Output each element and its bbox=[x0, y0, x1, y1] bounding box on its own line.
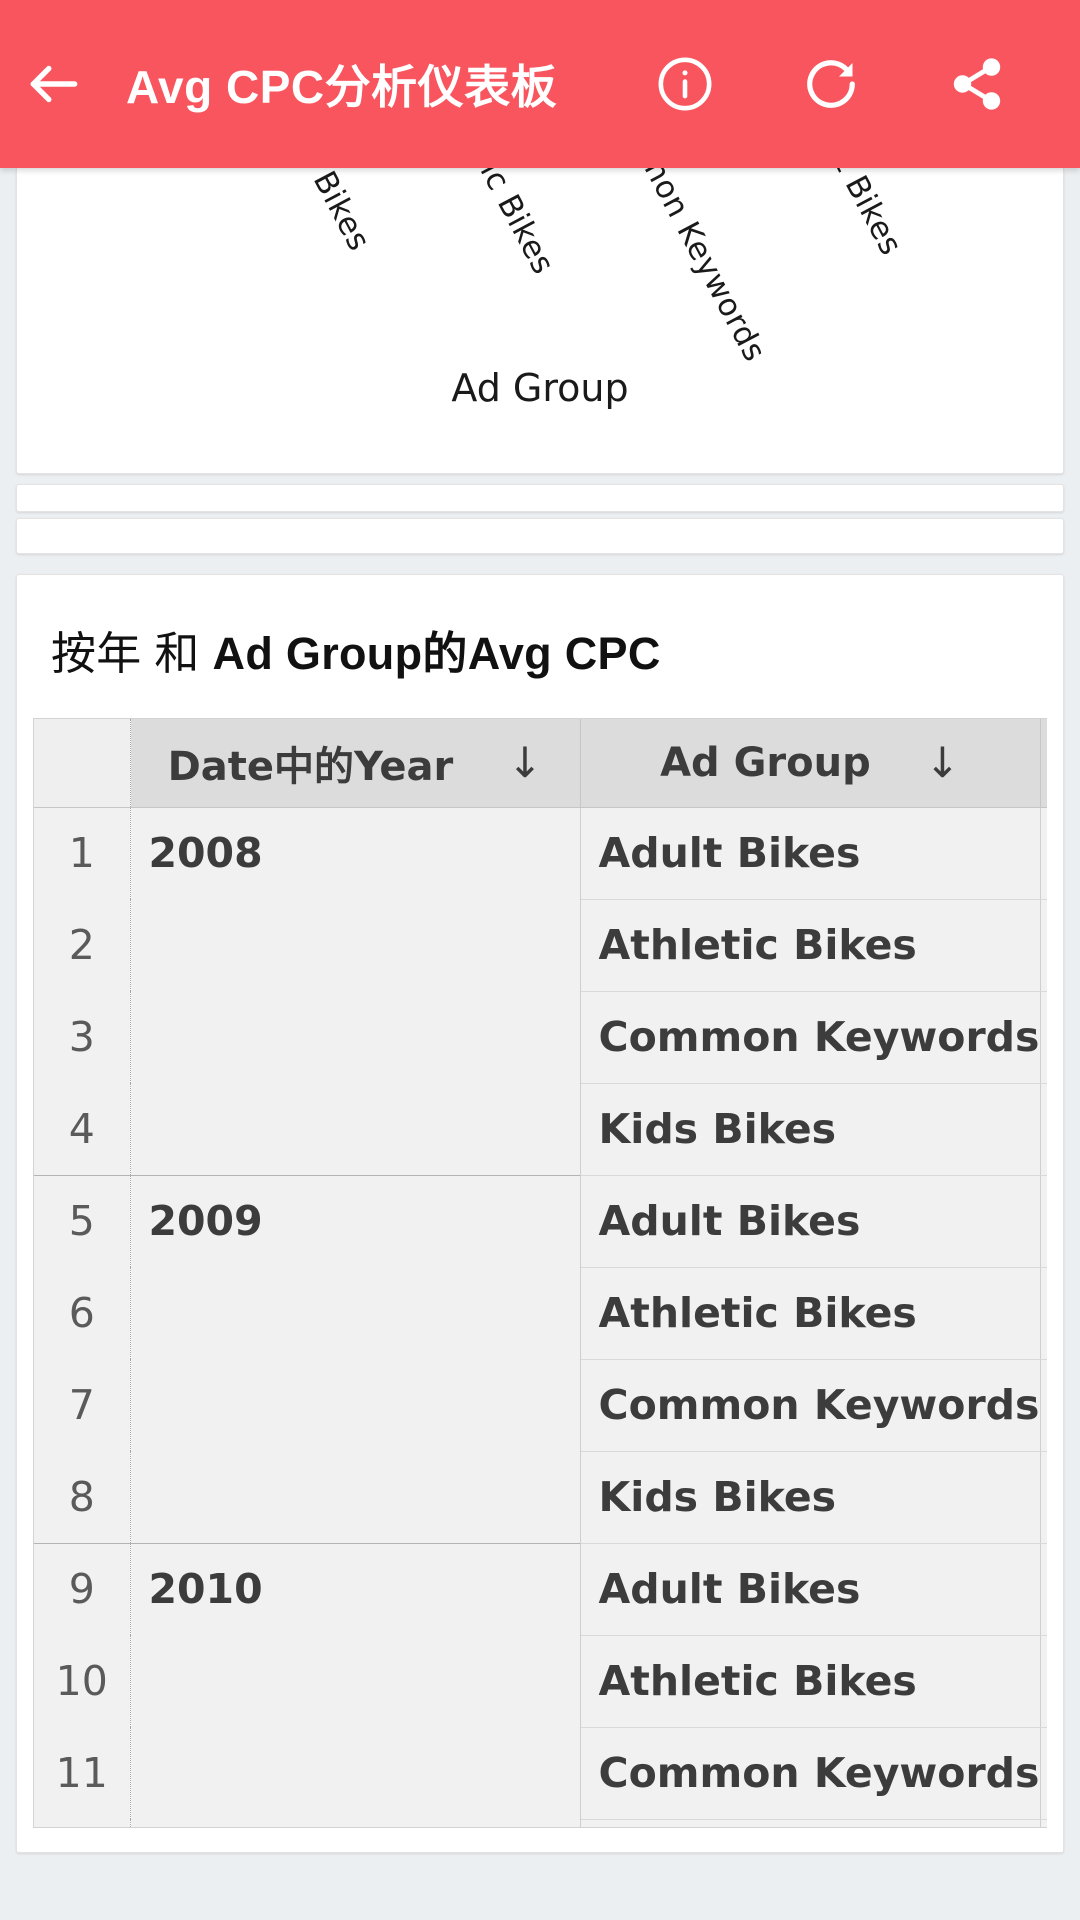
table-row[interactable]: 5 2009 Adult Bikes bbox=[34, 1174, 1047, 1268]
overflow-cell bbox=[1040, 1174, 1047, 1268]
overflow-cell bbox=[1040, 1542, 1047, 1636]
ad-group-cell[interactable]: Adult Bikes bbox=[580, 806, 1041, 900]
year-cell[interactable]: 2010 bbox=[130, 1542, 581, 1635]
table-row[interactable]: 11 Common Keywords bbox=[34, 1727, 1047, 1820]
column-header-overflow bbox=[1040, 719, 1047, 808]
ad-group-cell[interactable]: Adult Bikes bbox=[580, 1542, 1041, 1636]
dashboard-scroll-area[interactable]: s Bikes letic Bikes mmon Keywords ult Bi… bbox=[0, 168, 1080, 1920]
ad-group-cell[interactable]: Kids Bikes bbox=[580, 1083, 1041, 1176]
table-card[interactable]: 按年 和 Ad Group的Avg CPC Date中的Year ↓ Ad Gr… bbox=[16, 574, 1064, 1853]
x-axis-tick-label: s Bikes bbox=[293, 168, 378, 257]
down-arrow-icon[interactable]: ↓ bbox=[925, 741, 960, 784]
row-number-cell: 9 bbox=[34, 1542, 131, 1635]
app-bar-actions bbox=[612, 30, 1080, 138]
app-bar: Avg CPC分析仪表板 bbox=[0, 0, 1080, 168]
ad-group-cell[interactable]: Common Keywords bbox=[580, 991, 1041, 1084]
table-row[interactable]: 6 Athletic Bikes bbox=[34, 1267, 1047, 1360]
year-cell[interactable] bbox=[130, 1819, 581, 1827]
down-arrow-icon[interactable]: ↓ bbox=[507, 741, 542, 784]
overflow-cell bbox=[1040, 1451, 1047, 1544]
bar-chart-plot: s Bikes letic Bikes mmon Keywords ult Bi… bbox=[17, 168, 1063, 473]
overflow-cell bbox=[1040, 991, 1047, 1084]
table-section-title: 按年 和 Ad Group的Avg CPC bbox=[17, 575, 1063, 718]
x-axis-tick-label: letic Bikes bbox=[453, 168, 562, 281]
ad-group-cell[interactable]: Kids Bikes bbox=[580, 1819, 1041, 1827]
year-cell[interactable] bbox=[130, 1727, 581, 1819]
share-icon[interactable] bbox=[904, 30, 1050, 138]
year-cell[interactable] bbox=[130, 1267, 581, 1359]
table-row[interactable]: 8 Kids Bikes bbox=[34, 1451, 1047, 1544]
ad-group-cell[interactable]: Common Keywords bbox=[580, 1727, 1041, 1820]
year-cell[interactable] bbox=[130, 1451, 581, 1543]
spacer-card-lower bbox=[16, 518, 1064, 554]
overflow-cell bbox=[1040, 1819, 1047, 1827]
table-title-suffix: 的Avg CPC bbox=[422, 628, 661, 679]
refresh-icon[interactable] bbox=[758, 30, 904, 138]
table-body: 1 2008 Adult Bikes 2 Athletic Bikes 3 Common K… bbox=[34, 806, 1047, 1827]
screen-root: Avg CPC分析仪表板 s Bikes letic Bikes mmon Ke… bbox=[0, 0, 1080, 1920]
x-axis-title: Ad Group bbox=[451, 366, 629, 410]
row-number-cell: 3 bbox=[34, 991, 131, 1083]
ad-group-cell[interactable]: Common Keywords bbox=[580, 1359, 1041, 1452]
ad-group-cell[interactable]: Adult Bikes bbox=[580, 1174, 1041, 1268]
table-title-prefix: 按年 和 bbox=[51, 628, 213, 679]
row-number-cell: 1 bbox=[34, 806, 131, 899]
spacer-card-upper bbox=[16, 484, 1064, 512]
back-arrow-icon[interactable] bbox=[0, 30, 108, 138]
ad-group-cell[interactable]: Athletic Bikes bbox=[580, 1635, 1041, 1728]
table-header: Date中的Year ↓ Ad Group ↓ bbox=[34, 719, 1047, 808]
table-row[interactable]: 1 2008 Adult Bikes bbox=[34, 806, 1047, 900]
row-number-cell: 6 bbox=[34, 1267, 131, 1359]
overflow-cell bbox=[1040, 1635, 1047, 1728]
table-row[interactable]: 12 Kids Bikes bbox=[34, 1819, 1047, 1827]
overflow-cell bbox=[1040, 899, 1047, 992]
row-number-cell: 12 bbox=[34, 1819, 131, 1827]
page-title: Avg CPC分析仪表板 bbox=[126, 61, 558, 113]
table-header-row: Date中的Year ↓ Ad Group ↓ bbox=[34, 719, 1047, 808]
overflow-cell bbox=[1040, 806, 1047, 900]
overflow-cell bbox=[1040, 1359, 1047, 1452]
table-row[interactable]: 4 Kids Bikes bbox=[34, 1083, 1047, 1176]
row-number-cell: 8 bbox=[34, 1451, 131, 1543]
info-icon[interactable] bbox=[612, 30, 758, 138]
row-number-cell: 5 bbox=[34, 1174, 131, 1267]
table-row[interactable]: 10 Athletic Bikes bbox=[34, 1635, 1047, 1728]
year-cell[interactable] bbox=[130, 1635, 581, 1727]
row-number-cell: 11 bbox=[34, 1727, 131, 1819]
column-header-year[interactable]: Date中的Year ↓ bbox=[130, 719, 581, 808]
table-row[interactable]: 9 2010 Adult Bikes bbox=[34, 1542, 1047, 1636]
x-axis-tick-label: mmon Keywords bbox=[617, 168, 773, 368]
overflow-cell bbox=[1040, 1267, 1047, 1360]
table-row[interactable]: 7 Common Keywords bbox=[34, 1359, 1047, 1452]
table-row[interactable]: 3 Common Keywords bbox=[34, 991, 1047, 1084]
data-table-viewport[interactable]: Date中的Year ↓ Ad Group ↓ 1 2008 Adult Bik… bbox=[33, 718, 1047, 1828]
overflow-cell bbox=[1040, 1727, 1047, 1820]
overflow-cell bbox=[1040, 1083, 1047, 1176]
data-table: Date中的Year ↓ Ad Group ↓ 1 2008 Adult Bik… bbox=[34, 719, 1047, 1827]
x-axis-tick-label: ult Bikes bbox=[813, 168, 910, 262]
year-cell[interactable] bbox=[130, 1083, 581, 1175]
row-number-cell: 10 bbox=[34, 1635, 131, 1727]
year-cell[interactable] bbox=[130, 991, 581, 1083]
column-header-year-label: Date中的Year bbox=[167, 743, 454, 790]
row-number-cell: 2 bbox=[34, 899, 131, 991]
year-cell[interactable] bbox=[130, 1359, 581, 1451]
column-header-ad-group[interactable]: Ad Group ↓ bbox=[580, 719, 1041, 808]
year-cell[interactable] bbox=[130, 899, 581, 991]
ad-group-cell[interactable]: Athletic Bikes bbox=[580, 899, 1041, 992]
ad-group-cell[interactable]: Athletic Bikes bbox=[580, 1267, 1041, 1360]
ad-group-cell[interactable]: Kids Bikes bbox=[580, 1451, 1041, 1544]
chart-card[interactable]: s Bikes letic Bikes mmon Keywords ult Bi… bbox=[16, 168, 1064, 474]
row-number-cell: 7 bbox=[34, 1359, 131, 1451]
year-cell[interactable]: 2008 bbox=[130, 806, 581, 899]
column-header-ad-group-label: Ad Group bbox=[660, 739, 871, 786]
table-title-bold: Ad Group bbox=[212, 628, 423, 679]
row-number-cell: 4 bbox=[34, 1083, 131, 1175]
year-cell[interactable]: 2009 bbox=[130, 1174, 581, 1267]
row-number-header bbox=[34, 719, 131, 808]
table-row[interactable]: 2 Athletic Bikes bbox=[34, 899, 1047, 992]
